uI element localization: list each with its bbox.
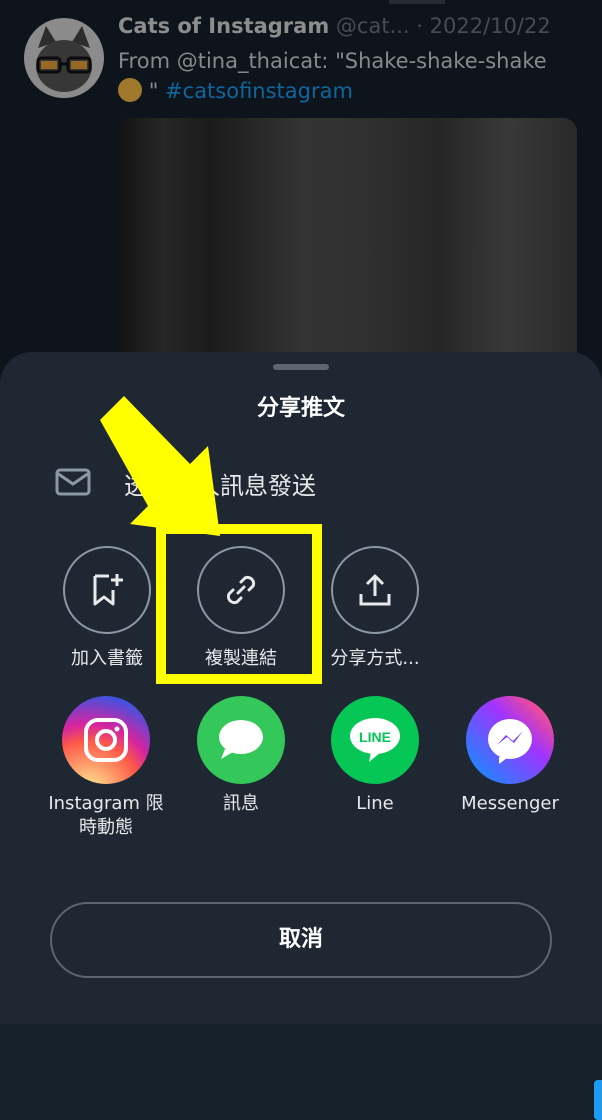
bookmark-label: 加入書籤: [71, 648, 143, 669]
instagram-label: Instagram 限 時動態: [39, 792, 173, 840]
share-icon: [359, 574, 391, 606]
app-instagram-stories[interactable]: Instagram 限 時動態: [39, 696, 173, 840]
partial-app-icon[interactable]: [594, 1080, 602, 1120]
bookmark-circle[interactable]: [63, 546, 151, 634]
instagram-label-line2: 時動態: [79, 817, 133, 838]
messenger-label: Messenger: [461, 793, 559, 814]
bookmark-add-icon: [93, 574, 123, 606]
line-label: Line: [356, 793, 394, 814]
app-messages[interactable]: 訊息: [174, 696, 308, 816]
yellow-arrow-icon: [100, 396, 220, 536]
line-icon[interactable]: LINE: [331, 696, 419, 784]
cancel-button[interactable]: 取消: [50, 902, 552, 978]
app-messenger[interactable]: Messenger: [443, 696, 577, 816]
app-line[interactable]: LINE Line: [308, 696, 442, 816]
instagram-label-line1: Instagram 限: [48, 793, 164, 814]
messages-label: 訊息: [223, 793, 259, 814]
share-via-action[interactable]: 分享方式...: [310, 546, 440, 670]
share-sheet: 分享推文 透過私人訊息發送 加入書籤 複製連結 分享方式... Instagra…: [0, 352, 602, 1120]
share-via-circle[interactable]: [331, 546, 419, 634]
share-via-label: 分享方式...: [330, 648, 420, 669]
bookmark-action[interactable]: 加入書籤: [42, 546, 172, 670]
messages-icon[interactable]: [197, 696, 285, 784]
line-logo-text: LINE: [359, 729, 391, 745]
instagram-icon[interactable]: [62, 696, 150, 784]
highlight-box: [156, 524, 322, 684]
sheet-grabber[interactable]: [273, 364, 329, 370]
sheet-title: 分享推文: [256, 396, 345, 421]
mail-icon: [55, 468, 91, 496]
messenger-icon[interactable]: [466, 696, 554, 784]
